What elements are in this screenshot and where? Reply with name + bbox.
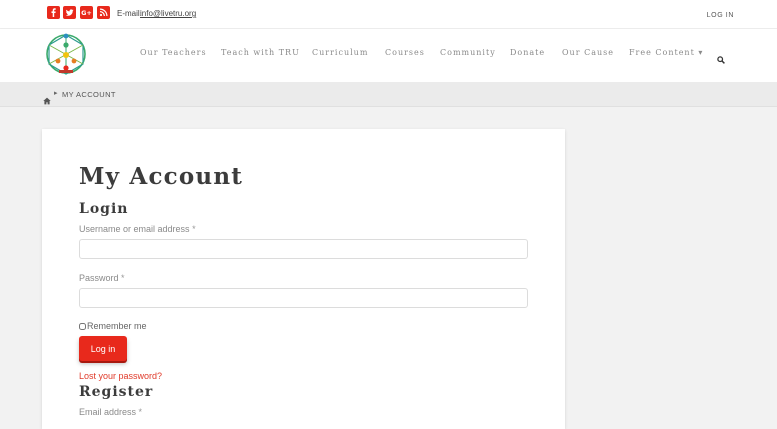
page-title: My Account (79, 163, 244, 190)
required-mark: * (121, 273, 125, 283)
required-mark: * (192, 224, 196, 234)
svg-text:G+: G+ (81, 9, 92, 17)
top-login-link[interactable]: LOG IN (707, 12, 734, 19)
nav-community[interactable]: Community (440, 48, 496, 57)
nav-courses[interactable]: Courses (385, 48, 425, 57)
nav-teach-with-tru[interactable]: Teach with TRU (221, 48, 300, 57)
register-email-label: Email address * (79, 407, 143, 417)
breadcrumb (0, 82, 777, 107)
login-heading: Login (79, 201, 129, 217)
nav-our-cause[interactable]: Our Cause (562, 48, 614, 57)
username-input[interactable] (79, 239, 528, 259)
password-label: Password * (79, 273, 125, 283)
site-logo[interactable] (44, 31, 88, 77)
email-label: E-mail: (117, 9, 142, 18)
remember-me-label: Remember me (87, 321, 147, 331)
password-input[interactable] (79, 288, 528, 308)
nav-donate[interactable]: Donate (510, 48, 545, 57)
remember-me-checkbox[interactable] (79, 323, 86, 330)
login-button[interactable]: Log in (79, 336, 127, 361)
username-label: Username or email address * (79, 224, 196, 234)
nav-our-teachers[interactable]: Our Teachers (140, 48, 207, 57)
register-heading: Register (79, 384, 154, 400)
nav-curriculum[interactable]: Curriculum (312, 48, 368, 57)
chevron-right-icon: ▸ (54, 89, 58, 97)
google-plus-icon[interactable]: G+ (80, 6, 93, 19)
home-icon[interactable] (43, 90, 51, 105)
required-mark: * (138, 407, 143, 417)
email-link[interactable]: info@livetru.org (140, 9, 196, 18)
search-icon[interactable] (717, 49, 725, 64)
rss-icon[interactable] (97, 6, 110, 19)
lost-password-link[interactable]: Lost your password? (79, 371, 162, 381)
twitter-icon[interactable] (63, 6, 76, 19)
facebook-icon[interactable] (47, 6, 60, 19)
breadcrumb-current: MY ACCOUNT (62, 90, 116, 99)
nav-free-content[interactable]: Free Content ▾ (629, 48, 703, 57)
